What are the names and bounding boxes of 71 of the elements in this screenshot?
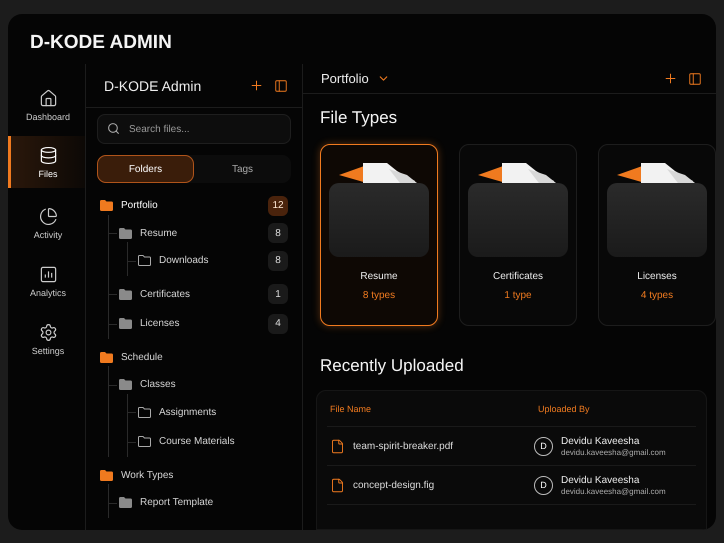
settings-icon	[38, 322, 58, 342]
file-name[interactable]: concept-design.fig	[353, 480, 434, 490]
database-icon	[38, 146, 58, 164]
folder-outline-icon	[138, 406, 151, 418]
folder-icon	[100, 470, 113, 481]
folder-dropdown[interactable]: Portfolio	[321, 71, 390, 86]
panel-title: D-KODE Admin	[104, 78, 202, 94]
folder-item[interactable]: Assignments	[159, 406, 288, 418]
folder-item[interactable]: Licenses	[140, 318, 260, 330]
add-button[interactable]	[663, 71, 678, 86]
user-name: Devidu Kaveesha	[561, 436, 640, 446]
folder-count: 8	[268, 250, 288, 271]
tab[interactable]: Tags	[194, 155, 291, 183]
card-title: Certificates	[492, 271, 543, 282]
folder-outline-icon	[138, 255, 151, 266]
folder-item[interactable]: Course Materials	[159, 436, 288, 448]
column-header: Uploaded By	[537, 404, 591, 414]
card-count: 1 type	[504, 290, 532, 301]
folder-icon	[119, 379, 132, 390]
folder-icon	[119, 497, 132, 508]
folder-item[interactable]: Schedule	[121, 352, 288, 363]
folder-icon	[100, 200, 113, 212]
folder-count: 1	[268, 284, 288, 304]
folder-item[interactable]: Resume	[140, 228, 260, 239]
column-header: File Name	[329, 404, 372, 414]
folder-item[interactable]: Classes	[140, 379, 288, 390]
nav-item[interactable]: Files	[8, 136, 85, 188]
sidebar-toggle-button[interactable]	[274, 78, 288, 92]
nav-item[interactable]: Settings	[8, 310, 85, 368]
file-icon	[330, 438, 345, 454]
folder-card[interactable]: Resume 8 types	[320, 144, 438, 326]
nav-item[interactable]: Dashboard	[8, 76, 85, 134]
folder-count: 8	[268, 223, 288, 244]
avatar: D	[534, 476, 553, 494]
folder-item[interactable]: Certificates	[140, 288, 260, 300]
nav-item[interactable]: Activity	[8, 194, 85, 252]
folder-icon	[119, 228, 132, 239]
pie-chart-icon	[38, 206, 58, 226]
folder-icon	[119, 288, 132, 300]
panel-toggle-button[interactable]	[688, 72, 702, 86]
folder-item[interactable]: Downloads	[159, 255, 260, 266]
folder-outline-icon	[138, 436, 151, 448]
file-name[interactable]: team-spirit-breaker.pdf	[353, 440, 454, 452]
bar-chart-icon	[38, 264, 58, 284]
folder-icon	[100, 352, 113, 363]
avatar: D	[534, 436, 553, 456]
folder-item[interactable]: Work Types	[121, 470, 288, 481]
folder-card[interactable]: Certificates 1 type	[459, 144, 577, 326]
search-icon	[107, 122, 120, 135]
user-email: devidu.kaveesha@gmail.com	[561, 486, 666, 496]
section-title: Recently Uploaded	[320, 356, 465, 377]
search-field[interactable]: Search files...	[97, 114, 291, 144]
file-icon	[330, 478, 345, 492]
tab[interactable]: Folders	[97, 155, 194, 183]
card-count: 8 types	[362, 290, 396, 301]
card-title: Licenses	[637, 271, 677, 282]
nav-item[interactable]: Analytics	[8, 252, 85, 310]
card-title: Resume	[360, 271, 398, 282]
folder-item[interactable]: Report Template	[140, 497, 288, 508]
section-title: File Types	[320, 108, 398, 129]
card-count: 4 types	[640, 290, 674, 301]
folder-count: 4	[268, 314, 288, 334]
folder-icon	[119, 318, 132, 330]
user-name: Devidu Kaveesha	[561, 474, 640, 486]
user-email: devidu.kaveesha@gmail.com	[561, 448, 666, 456]
home-icon	[38, 88, 58, 108]
app-title: D-KODE ADMIN	[29, 31, 173, 55]
folder-item[interactable]: Portfolio	[121, 200, 260, 212]
add-button[interactable]	[249, 78, 264, 93]
folder-card[interactable]: Licenses 4 types	[598, 144, 716, 326]
folder-count: 12	[268, 196, 288, 216]
